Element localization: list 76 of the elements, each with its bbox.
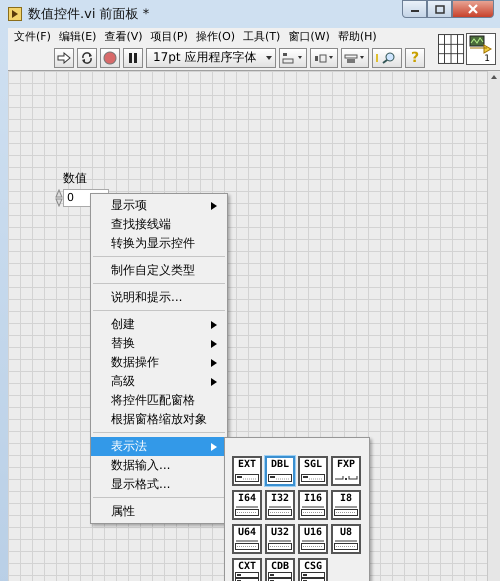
circular-arrows-icon [80,50,94,64]
close-icon [468,4,478,14]
representation-button[interactable]: U32 [265,524,295,554]
representation-button[interactable]: I32 [265,490,295,520]
control-label: 数值 [63,170,88,187]
representation-button[interactable]: CSG [298,558,328,581]
abort-button[interactable] [100,48,120,68]
run-continuously-button[interactable] [77,48,97,68]
menu-item[interactable]: 说明和提示... [91,288,227,307]
integer-bits-icon [235,504,259,516]
menu-item[interactable]: 窗口(W) [284,29,334,44]
menu-item[interactable]: 帮助(H) [334,29,381,44]
representation-button[interactable]: CDB [265,558,295,581]
representation-button[interactable]: I64 [232,490,262,520]
integer-bits-icon [301,504,325,516]
maximize-button[interactable] [427,0,452,18]
menu-item[interactable]: 转换为显示控件 [91,234,227,253]
integer-bits-icon [301,538,325,550]
distribute-objects-icon [313,52,335,64]
representation-button[interactable]: FXP [331,456,361,486]
pause-button[interactable] [123,48,143,68]
complex-field-icon [268,572,292,581]
align-objects-icon [282,52,304,64]
menu-item[interactable]: 属性 [91,502,227,521]
integer-bits-icon [334,538,358,550]
integer-bits-icon [235,538,259,550]
search-button[interactable] [372,48,402,68]
integer-bits-icon [268,538,292,550]
caret-icon [265,54,273,60]
window-title: 数值控件.vi 前面板 * [28,6,150,23]
close-button[interactable] [452,0,494,18]
complex-field-icon [235,572,259,581]
representation-button[interactable]: DBL [265,456,295,486]
pause-icon [128,52,138,64]
font-dropdown[interactable]: 17pt 应用程序字体 [146,48,276,68]
menu-item[interactable]: 显示格式... [91,475,227,494]
representation-button[interactable]: CXT [232,558,262,581]
representation-button[interactable]: EXT [232,456,262,486]
menu-item[interactable]: 高级 [91,372,227,391]
menu-item[interactable]: 查找接线端 [91,215,227,234]
menu-item[interactable]: 根据窗格缩放对象 [91,410,227,429]
vi-icon[interactable]: 1 [466,33,496,65]
menu-item[interactable]: 项目(P) [146,29,192,44]
menu-item[interactable]: 创建 [91,315,227,334]
arrow-icon [57,52,71,64]
menu-item[interactable]: 制作自定义类型 [91,261,227,280]
representation-button[interactable]: I8 [331,490,361,520]
align-button[interactable] [279,48,307,68]
connector-pane-icon[interactable] [438,33,464,65]
representation-button[interactable]: U64 [232,524,262,554]
menu-item[interactable]: 文件(F) [10,29,55,44]
menu-item[interactable]: 查看(V) [100,29,147,44]
complex-field-icon [301,572,325,581]
representation-button[interactable]: U16 [298,524,328,554]
maximize-icon [434,4,444,14]
menu-item[interactable]: 数据输入... [91,456,227,475]
distribute-button[interactable] [310,48,338,68]
representation-button[interactable]: U8 [331,524,361,554]
menu-item[interactable]: 操作(O) [192,29,240,44]
reorder-icon [344,52,366,64]
stop-circle-icon [103,50,117,64]
labview-app-icon [8,7,22,21]
integer-bits-icon [268,504,292,516]
menu-item[interactable]: 替换 [91,334,227,353]
icon-number: 1 [484,54,490,64]
oscilloscope-icon [467,34,494,56]
representation-button[interactable]: SGL [298,456,328,486]
minimize-button[interactable] [402,0,427,18]
menu-item[interactable]: 工具(T) [239,29,284,44]
reorder-button[interactable] [341,48,369,68]
menu-item[interactable]: 数据操作 [91,353,227,372]
run-button[interactable] [54,48,74,68]
menu-item[interactable]: 将控件匹配窗格 [91,391,227,410]
integer-bits-icon [334,504,358,516]
menu-item[interactable]: 编辑(E) [54,29,100,44]
representation-button[interactable]: I16 [298,490,328,520]
